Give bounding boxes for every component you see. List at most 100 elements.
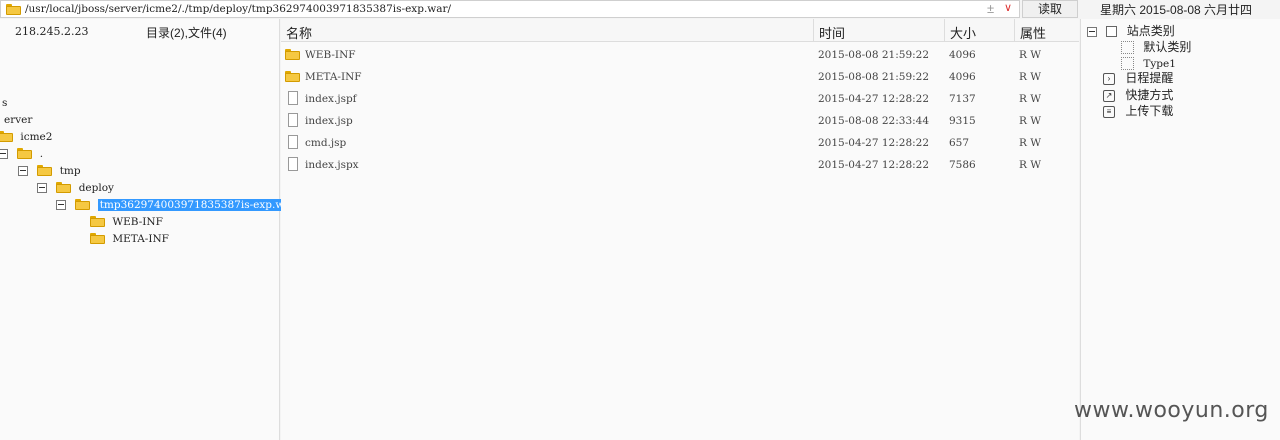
tree-node-label: erver <box>4 114 33 126</box>
file-time: 2015-04-27 12:28:22 <box>818 159 930 171</box>
file-list: 名称 时间 大小 属性 WEB-INF 2015-08-08 21:59:22 … <box>281 19 1079 440</box>
tree-node-label: WEB-INF <box>112 216 163 228</box>
file-row[interactable]: cmd.jsp 2015-04-27 12:28:22 657 R W <box>281 133 1079 155</box>
file-name: META-INF <box>305 71 362 83</box>
tree-node-dot[interactable]: . <box>0 145 43 161</box>
default-category-node[interactable]: 默认类别 <box>1121 39 1191 55</box>
file-attr: R W <box>1019 137 1042 149</box>
file-time: 2015-04-27 12:28:22 <box>818 93 930 105</box>
folder-icon <box>0 131 13 143</box>
collapse-icon[interactable] <box>1087 26 1097 37</box>
watermark: www.wooyun.org <box>1074 398 1269 423</box>
file-size: 4096 <box>949 49 976 61</box>
tree-node-tmp[interactable]: tmp <box>18 162 81 178</box>
column-divider[interactable] <box>1014 19 1015 41</box>
file-name: index.jsp <box>305 115 353 127</box>
tree-node-label: icme2 <box>20 131 53 143</box>
category-item-icon <box>1121 57 1134 71</box>
file-list-header: 名称 时间 大小 属性 <box>281 19 1079 42</box>
default-category-label: 默认类别 <box>1143 40 1192 54</box>
file-icon <box>288 157 298 171</box>
tree-node-deploy[interactable]: deploy <box>37 179 114 195</box>
file-row[interactable]: index.jspx 2015-04-27 12:28:22 7586 R W <box>281 155 1079 177</box>
tree-node-label: s <box>2 97 8 109</box>
folder-icon <box>6 4 21 15</box>
tree-node-war[interactable]: tmp362974003971835387is-exp.war <box>56 196 298 212</box>
path-bar: ± ∨ <box>0 0 1020 18</box>
file-time: 2015-08-08 21:59:22 <box>818 49 930 61</box>
column-header-attr[interactable]: 属性 <box>1020 23 1046 42</box>
file-attr: R W <box>1019 71 1042 83</box>
server-ip: 218.245.2.23 <box>15 25 89 38</box>
file-attr: R W <box>1019 159 1042 171</box>
column-header-time[interactable]: 时间 <box>819 23 845 42</box>
collapse-icon[interactable] <box>0 148 8 159</box>
upload-download-label: 上传下载 <box>1125 104 1174 118</box>
read-button[interactable]: 读取 <box>1022 0 1078 18</box>
folder-icon <box>75 199 91 211</box>
column-divider[interactable] <box>944 19 945 41</box>
shortcut-icon: ↗ <box>1103 89 1115 102</box>
type1-label: Type1 <box>1143 58 1176 70</box>
file-name: index.jspf <box>305 93 357 105</box>
directory-file-count: 目录(2),文件(4) <box>146 26 227 40</box>
calendar-icon: › <box>1103 72 1115 85</box>
collapse-icon[interactable] <box>18 165 28 176</box>
file-icon <box>288 113 298 127</box>
file-row[interactable]: WEB-INF 2015-08-08 21:59:22 4096 R W <box>281 45 1079 67</box>
collapse-icon[interactable] <box>37 182 47 193</box>
file-row[interactable]: index.jsp 2015-08-08 22:33:44 9315 R W <box>281 111 1079 133</box>
file-attr: R W <box>1019 93 1042 105</box>
tree-node-label-selected: tmp362974003971835387is-exp.war <box>97 199 298 211</box>
shortcut-node[interactable]: ↗ 快捷方式 <box>1103 87 1173 103</box>
folder-icon <box>56 182 72 194</box>
file-size: 9315 <box>949 115 976 127</box>
file-size: 657 <box>949 137 970 149</box>
plus-minus-icon[interactable]: ± <box>987 1 994 16</box>
file-name: WEB-INF <box>305 49 356 61</box>
tree-node-web-inf[interactable]: WEB-INF <box>90 213 163 229</box>
file-row[interactable]: index.jspf 2015-04-27 12:28:22 7137 R W <box>281 89 1079 111</box>
tree-node-icme2[interactable]: icme2 <box>0 128 52 144</box>
file-attr: R W <box>1019 49 1042 61</box>
folder-icon <box>285 48 300 60</box>
tree-node[interactable]: erver <box>4 111 32 127</box>
shortcut-label: 快捷方式 <box>1125 88 1174 102</box>
site-category-label: 站点类别 <box>1126 24 1175 38</box>
category-item-icon <box>1121 41 1134 55</box>
file-size: 7137 <box>949 93 976 105</box>
reminder-node[interactable]: › 日程提醒 <box>1103 70 1173 86</box>
tree-node-label: . <box>39 148 44 160</box>
file-icon <box>288 135 298 149</box>
file-name: index.jspx <box>305 159 359 171</box>
tree-node-label: deploy <box>78 182 114 194</box>
file-time: 2015-08-08 21:59:22 <box>818 71 930 83</box>
site-category-node[interactable]: 站点类别 <box>1087 23 1175 39</box>
category-icon <box>1106 26 1118 38</box>
column-header-name[interactable]: 名称 <box>286 23 312 42</box>
tree-node-meta-inf[interactable]: META-INF <box>90 230 169 246</box>
file-icon <box>288 91 298 105</box>
path-input[interactable] <box>25 2 965 16</box>
directory-tree-panel: 218.245.2.23 目录(2),文件(4) s erver icme2 .… <box>0 19 298 440</box>
date-label: 星期六 2015-08-08 六月廿四 <box>1100 3 1253 17</box>
folder-icon <box>90 216 105 228</box>
file-row[interactable]: META-INF 2015-08-08 21:59:22 4096 R W <box>281 67 1079 89</box>
folder-icon <box>90 233 105 245</box>
column-divider[interactable] <box>813 19 814 41</box>
transfer-icon: ≡ <box>1103 105 1115 118</box>
folder-icon <box>285 70 300 82</box>
file-size: 7586 <box>949 159 976 171</box>
collapse-icon[interactable] <box>56 199 66 210</box>
tree-node[interactable]: s <box>2 94 7 110</box>
upload-download-node[interactable]: ≡ 上传下载 <box>1103 103 1173 119</box>
folder-icon <box>17 148 33 160</box>
tree-node-label: META-INF <box>112 233 169 245</box>
folder-icon <box>37 165 53 177</box>
site-panel: 站点类别 默认类别 Type1 › 日程提醒 ↗ 快捷方式 ≡ 上传下载 <box>1080 19 1280 440</box>
chevron-down-icon[interactable]: ∨ <box>1004 1 1012 14</box>
column-header-size[interactable]: 大小 <box>950 23 976 42</box>
tree-node-label: tmp <box>59 165 81 177</box>
file-time: 2015-04-27 12:28:22 <box>818 137 930 149</box>
file-size: 4096 <box>949 71 976 83</box>
